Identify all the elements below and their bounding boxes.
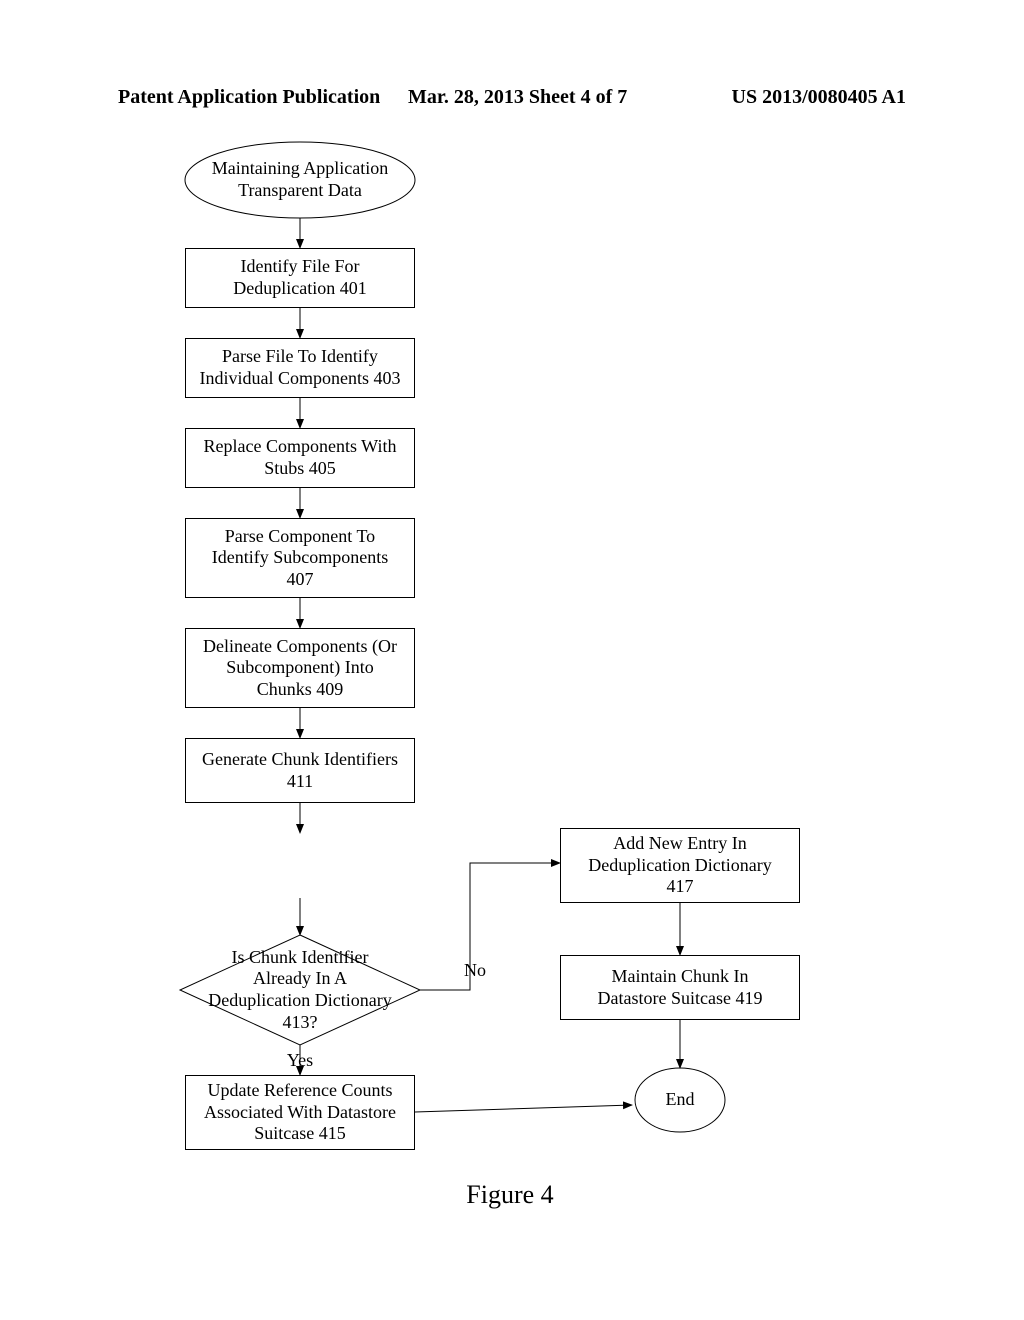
edge-label-no: No [455, 960, 495, 982]
process-417: Add New Entry In Deduplication Dictionar… [560, 828, 800, 903]
process-403: Parse File To Identify Individual Compon… [185, 338, 415, 398]
process-409: Delineate Components (Or Subcomponent) I… [185, 628, 415, 708]
process-411: Generate Chunk Identifiers 411 [185, 738, 415, 803]
figure-caption-text: Figure 4 [466, 1180, 553, 1209]
edge-label-yes: Yes [270, 1050, 330, 1072]
patent-page: Patent Application Publication Mar. 28, … [0, 0, 1024, 1320]
date-sheet-label: Mar. 28, 2013 Sheet 4 of 7 [408, 86, 627, 109]
process-407-label: Parse Component To Identify Subcomponent… [212, 526, 388, 591]
edge-no-text: No [464, 960, 486, 982]
process-409-label: Delineate Components (Or Subcomponent) I… [203, 636, 397, 701]
process-419-label: Maintain Chunk In Datastore Suitcase 419 [598, 966, 763, 1009]
process-405-label: Replace Components With Stubs 405 [204, 436, 397, 479]
decision-413-label: Is Chunk Identifier Already In A Dedupli… [208, 947, 391, 1033]
process-411-label: Generate Chunk Identifiers 411 [202, 749, 398, 792]
process-419: Maintain Chunk In Datastore Suitcase 419 [560, 955, 800, 1020]
publication-number: US 2013/0080405 A1 [732, 86, 906, 109]
figure-caption: Figure 4 [420, 1180, 600, 1210]
end-label: End [666, 1089, 695, 1111]
process-417-label: Add New Entry In Deduplication Dictionar… [588, 833, 771, 898]
start-label: Maintaining Application Transparent Data [212, 158, 388, 201]
publication-label: Patent Application Publication [118, 86, 380, 109]
edge-yes-text: Yes [287, 1050, 313, 1072]
process-415: Update Reference Counts Associated With … [185, 1075, 415, 1150]
process-403-label: Parse File To Identify Individual Compon… [200, 346, 401, 389]
process-415-label: Update Reference Counts Associated With … [204, 1080, 396, 1145]
start-node: Maintaining Application Transparent Data [185, 152, 415, 208]
end-node: End [635, 1080, 725, 1120]
decision-413: Is Chunk Identifier Already In A Dedupli… [190, 945, 410, 1035]
process-401-label: Identify File For Deduplication 401 [233, 256, 366, 299]
process-405: Replace Components With Stubs 405 [185, 428, 415, 488]
process-401: Identify File For Deduplication 401 [185, 248, 415, 308]
flowchart-canvas [0, 0, 1024, 1320]
process-407: Parse Component To Identify Subcomponent… [185, 518, 415, 598]
